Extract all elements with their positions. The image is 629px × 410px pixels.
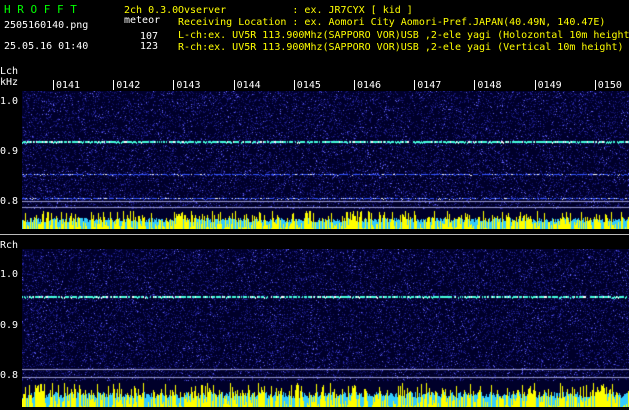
lch-y-label-0-9: 0.9 [0,146,19,157]
time-tick-label: 0148 [477,80,502,91]
time-tick-mark [53,80,54,90]
observer-line: Ovserver : ex. JR7CYX [ kid ] [178,5,413,16]
time-tick-label: 0147 [417,80,442,91]
rch-y-label-0-9: 0.9 [0,320,19,331]
time-tick-label: 0141 [56,80,81,91]
app-title: H R O F F T [4,3,77,16]
lch-spectrogram-canvas [22,91,629,229]
lch-unit-label: kHz [0,77,19,88]
time-tick-label: 0144 [236,80,261,91]
time-tick-mark [173,80,175,90]
rch-spectrogram [22,249,629,407]
time-tick-label: 0145 [296,80,321,91]
time-tick-mark [354,80,355,90]
meteor-label: meteor [124,15,161,26]
time-tick-label: 0142 [116,80,141,91]
lch-config-line: L-ch:ex. UV5R 113.900Mhz(SAPPORO VOR)USB… [178,30,629,41]
meteor-count-rch: 123 [140,41,159,52]
location-line: Receiving Location : ex. Aomori City Aom… [178,17,606,28]
time-tick-mark [113,80,115,90]
time-tick-mark [594,80,596,90]
lch-y-label-1-0: 1.0 [0,96,19,107]
lch-y-label-0-8: 0.8 [0,196,19,207]
filename-label: 2505160140.png [4,20,89,31]
lch-label: Lch [0,66,19,77]
time-tick-label: 0149 [537,80,562,91]
rch-y-label-1-0: 1.0 [0,269,19,280]
timestamp-label: 25.05.16 01:40 [4,41,89,52]
time-tick-label: 0143 [176,80,201,91]
rch-y-label-0-8: 0.8 [0,370,19,381]
panel-divider [0,234,629,235]
time-tick-mark [414,80,416,90]
lch-spectrogram [22,91,629,229]
time-tick-mark [293,80,295,90]
time-tick-mark [534,80,536,90]
rch-config-line: R-ch:ex. UV5R 113.900Mhz(SAPPORO VOR)USB… [178,42,624,53]
time-tick-label: 0146 [357,80,382,91]
time-tick-label: 0150 [597,80,622,91]
rch-label: Rch [0,240,19,251]
time-tick-mark [233,80,235,90]
time-tick-mark [474,80,476,90]
rch-spectrogram-canvas [22,249,629,407]
